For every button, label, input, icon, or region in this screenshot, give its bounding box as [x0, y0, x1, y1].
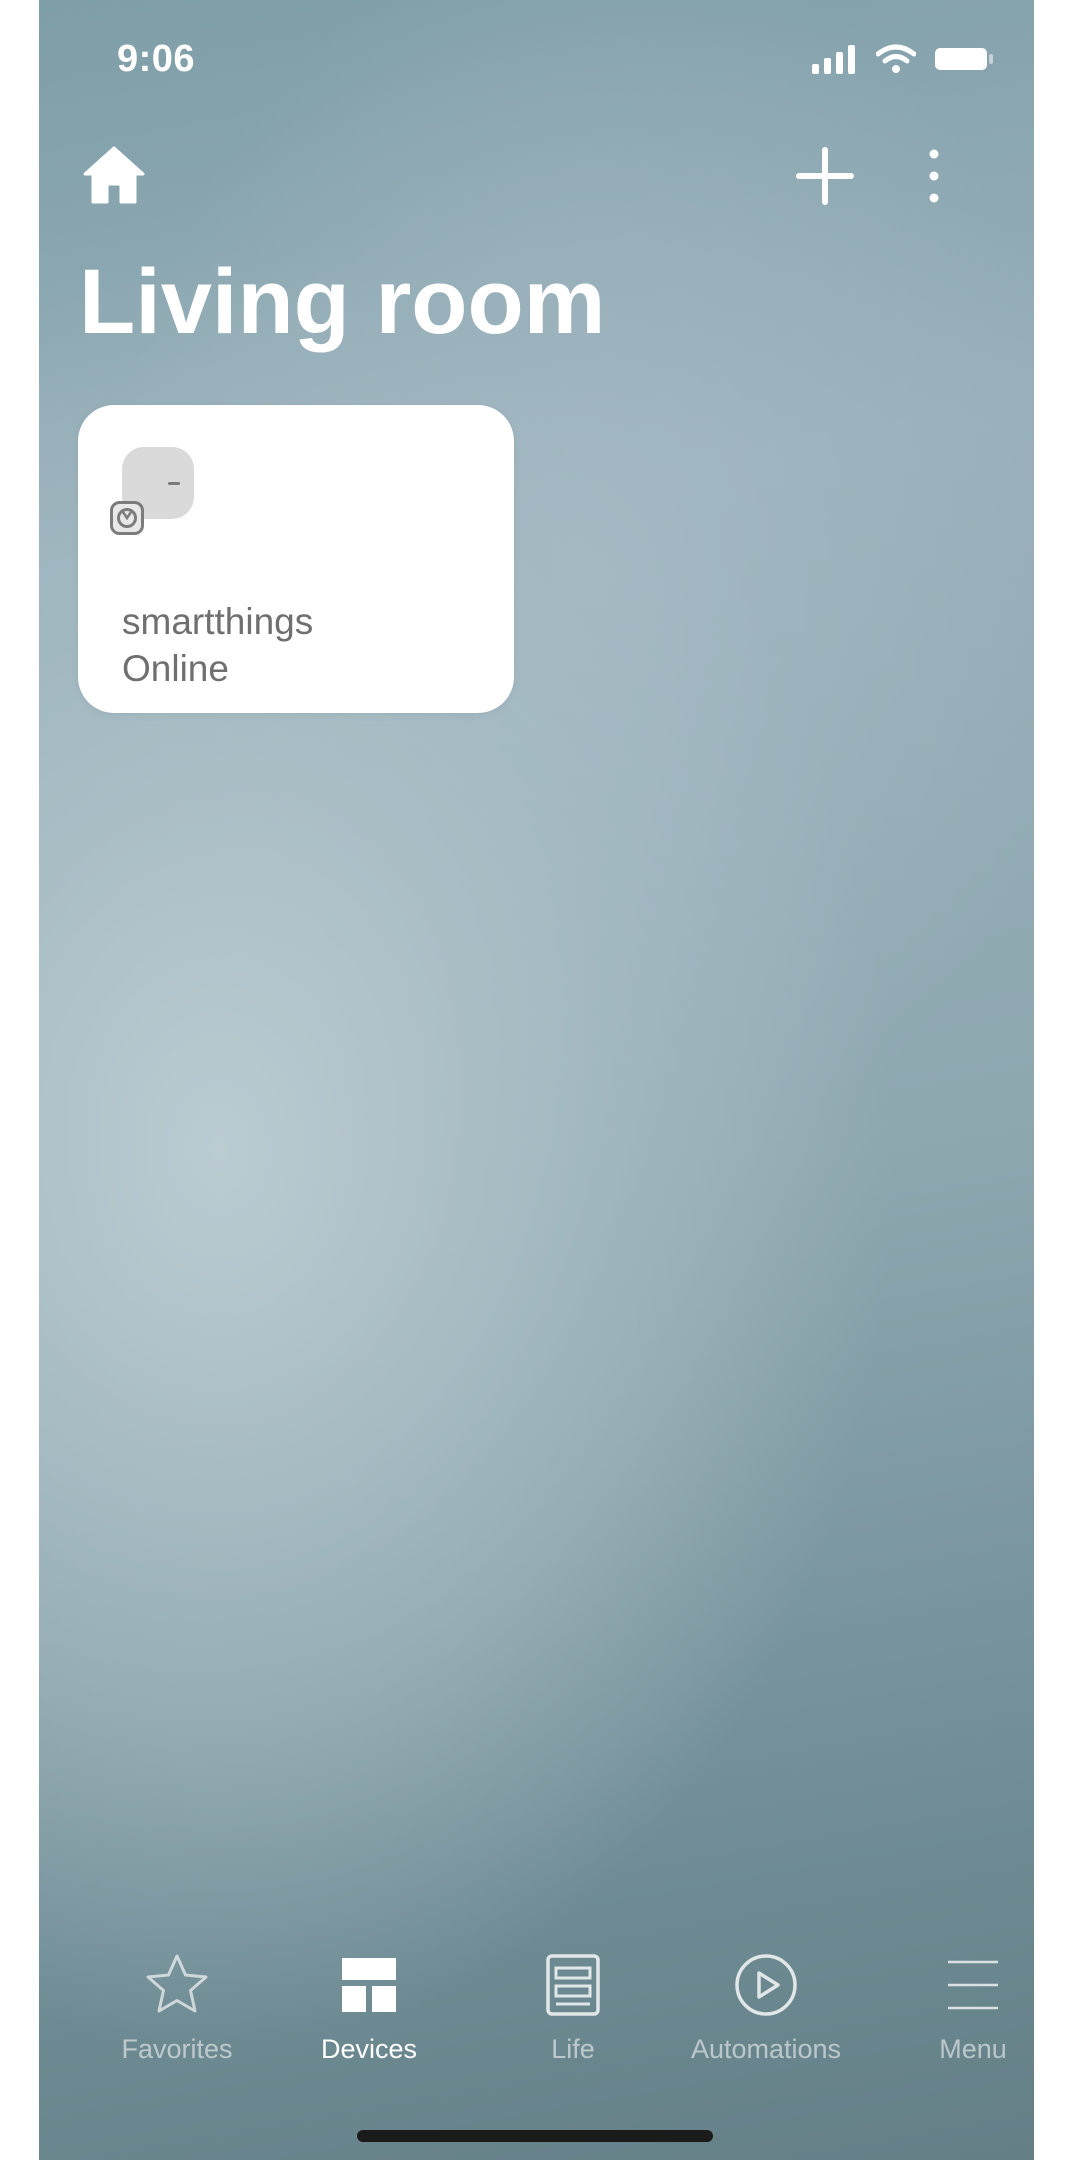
- bottom-nav: Favorites Devices Life Automations Menu: [39, 1950, 1034, 2090]
- device-led: [168, 482, 180, 485]
- device-status: Online: [122, 648, 229, 689]
- nav-label-menu: Menu: [939, 2034, 1007, 2064]
- nav-label-life: Life: [551, 2034, 595, 2064]
- plus-icon[interactable]: [795, 146, 855, 206]
- play-circle-icon: [735, 1954, 797, 2016]
- nav-label-automations: Automations: [690, 2034, 842, 2064]
- grid-icon: [342, 1958, 396, 2012]
- home-indicator[interactable]: [357, 2130, 713, 2142]
- status-icons: [812, 44, 994, 74]
- nav-item-devices[interactable]: Devices: [279, 1950, 459, 2065]
- status-time: 9:06: [117, 38, 196, 80]
- device-card[interactable]: smartthings Online: [78, 405, 514, 713]
- device-name: smartthings: [122, 601, 314, 642]
- battery-icon: [935, 48, 993, 70]
- menu-icon: [948, 1960, 998, 2010]
- nav-item-favorites[interactable]: Favorites: [87, 1950, 267, 2065]
- nav-label-favorites: Favorites: [121, 2034, 233, 2064]
- life-icon: [546, 1954, 600, 2016]
- nav-item-menu[interactable]: Menu: [883, 1950, 1034, 2065]
- nav-label-devices: Devices: [320, 2034, 418, 2064]
- signal-icon: [812, 45, 855, 74]
- star-icon: [146, 1954, 208, 2013]
- wifi-icon: [876, 44, 916, 73]
- nav-item-automations[interactable]: Automations: [676, 1950, 856, 2065]
- page-title: Living room: [79, 251, 606, 353]
- nav-item-life[interactable]: Life: [483, 1950, 663, 2065]
- screen: 9:06 Living room smartthings Online Favo…: [39, 0, 1034, 2160]
- home-icon[interactable]: [81, 142, 147, 208]
- connection-badge-icon: [110, 501, 144, 535]
- more-vertical-icon[interactable]: [919, 146, 949, 206]
